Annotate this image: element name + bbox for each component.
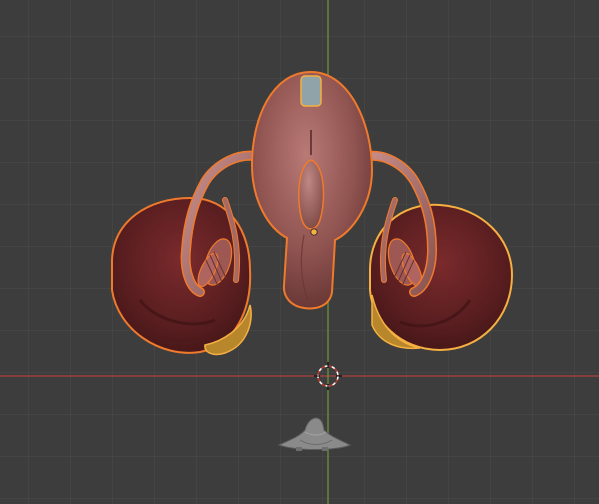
object-origin-icon: [310, 228, 318, 236]
3d-viewport[interactable]: [0, 0, 599, 504]
viewport-canvas[interactable]: [0, 0, 599, 504]
fundus-marker: [300, 75, 322, 107]
right-ovary[interactable]: [369, 203, 514, 352]
